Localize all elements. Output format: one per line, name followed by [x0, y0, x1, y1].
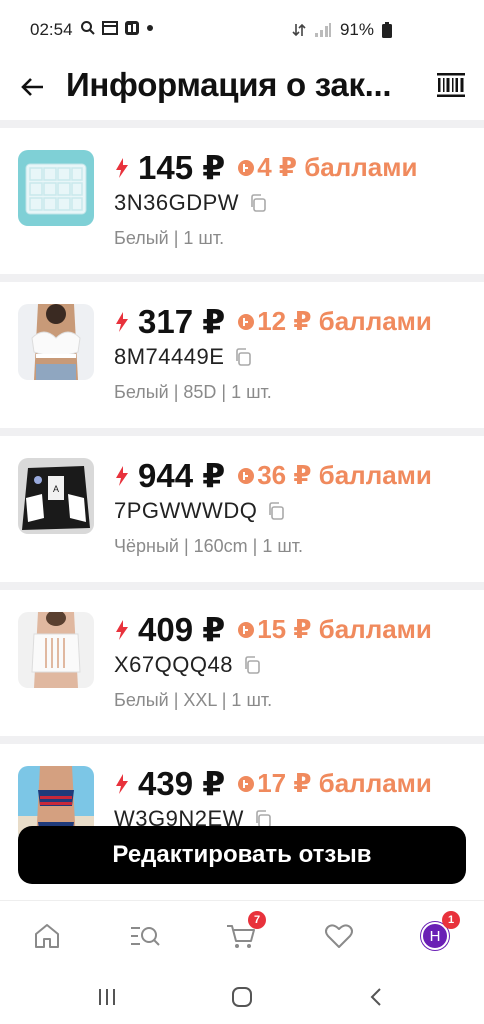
order-item[interactable]: 317 ₽ 12 ₽ баллами 8M74449E Белый | 85D … [0, 282, 484, 428]
catalog-search-icon [131, 927, 160, 946]
nav-catalog[interactable] [128, 919, 162, 953]
divider [0, 120, 484, 128]
points-coin-icon [238, 467, 255, 484]
points-coin-icon [238, 159, 255, 176]
lightning-icon [116, 619, 128, 640]
order-items-list[interactable]: 145 ₽ 4 ₽ баллами 3N36GDPW Белый | 1 шт.… [0, 128, 484, 888]
item-variant: Белый | 1 шт. [114, 228, 225, 248]
order-item[interactable]: 145 ₽ 4 ₽ баллами 3N36GDPW Белый | 1 шт. [0, 128, 484, 274]
svg-text:A: A [53, 484, 59, 494]
copy-icon[interactable] [267, 502, 285, 520]
nav-home[interactable] [30, 919, 64, 953]
lightning-icon [116, 157, 128, 178]
status-bar: 02:54 91% [0, 0, 484, 60]
lightning-icon [116, 465, 128, 486]
item-price: 944 ₽ [138, 457, 226, 494]
battery-percent: 91% [339, 20, 374, 39]
product-thumbnail-lace-bra[interactable] [18, 304, 94, 380]
home-button-icon[interactable] [229, 984, 255, 1010]
points-coin-icon [238, 313, 255, 330]
profile-badge: 1 [442, 911, 460, 929]
app-icon [125, 21, 139, 35]
item-price: 317 ₽ [138, 303, 226, 340]
item-variant: Белый | XXL | 1 шт. [114, 690, 273, 710]
points-coin-icon [238, 621, 255, 638]
item-variant: Белый | 85D | 1 шт. [114, 382, 272, 402]
order-item[interactable]: A 944 ₽ 36 ₽ баллами 7PGWWWDQ Чёрный | 1… [0, 436, 484, 582]
copy-icon[interactable] [234, 348, 252, 366]
item-points: 12 ₽ баллами [257, 306, 432, 336]
search-icon [81, 21, 95, 35]
signal-icon [314, 23, 331, 37]
window-icon [102, 21, 118, 35]
item-code: 7PGWWWDQ [114, 498, 258, 523]
item-points: 15 ₽ баллами [257, 614, 432, 644]
back-arrow-icon[interactable] [18, 72, 48, 102]
page-title: Информация о зак... [66, 66, 392, 103]
home-icon [35, 924, 59, 948]
divider [0, 428, 484, 436]
nav-profile[interactable]: Н 1 [418, 911, 460, 953]
item-price: 439 ₽ [138, 765, 226, 802]
product-thumbnail-varsity-jacket[interactable]: A [18, 458, 94, 534]
nav-cart[interactable]: 7 [224, 911, 266, 953]
item-variant: Чёрный | 160cm | 1 шт. [114, 536, 304, 556]
points-coin-icon [238, 775, 255, 792]
divider [0, 582, 484, 590]
heart-icon [325, 924, 353, 948]
status-time: 02:54 [30, 20, 73, 39]
item-points: 17 ₽ баллами [257, 768, 432, 798]
item-code: 3N36GDPW [114, 190, 240, 215]
data-arrows-icon [292, 23, 306, 37]
cart-badge: 7 [248, 911, 266, 929]
app-header: Информация о зак... [0, 60, 484, 120]
item-points: 4 ₽ баллами [257, 152, 418, 182]
barcode-icon[interactable] [436, 70, 466, 100]
item-code: 8M74449E [114, 344, 225, 369]
item-code: X67QQQ48 [114, 652, 233, 677]
order-item[interactable]: 409 ₽ 15 ₽ баллами X67QQQ48 Белый | XXL … [0, 590, 484, 736]
lightning-icon [116, 773, 128, 794]
nav-favorites[interactable] [322, 919, 356, 953]
recent-apps-icon[interactable] [94, 984, 120, 1010]
divider [0, 736, 484, 744]
edit-review-button[interactable]: Редактировать отзыв [18, 826, 466, 884]
system-navigation [0, 970, 484, 1024]
copy-icon[interactable] [249, 194, 267, 212]
product-thumbnail-storage-box[interactable] [18, 150, 94, 226]
item-price: 145 ₽ [138, 149, 226, 186]
bottom-navigation: 7 Н 1 [0, 900, 484, 970]
dot-icon [147, 25, 153, 31]
item-price: 409 ₽ [138, 611, 226, 648]
divider [0, 274, 484, 282]
copy-icon[interactable] [243, 656, 261, 674]
battery-icon [382, 22, 392, 38]
item-points: 36 ₽ баллами [257, 460, 432, 490]
lightning-icon [116, 311, 128, 332]
product-thumbnail-sports-bra[interactable] [18, 612, 94, 688]
back-button-icon[interactable] [364, 984, 390, 1010]
